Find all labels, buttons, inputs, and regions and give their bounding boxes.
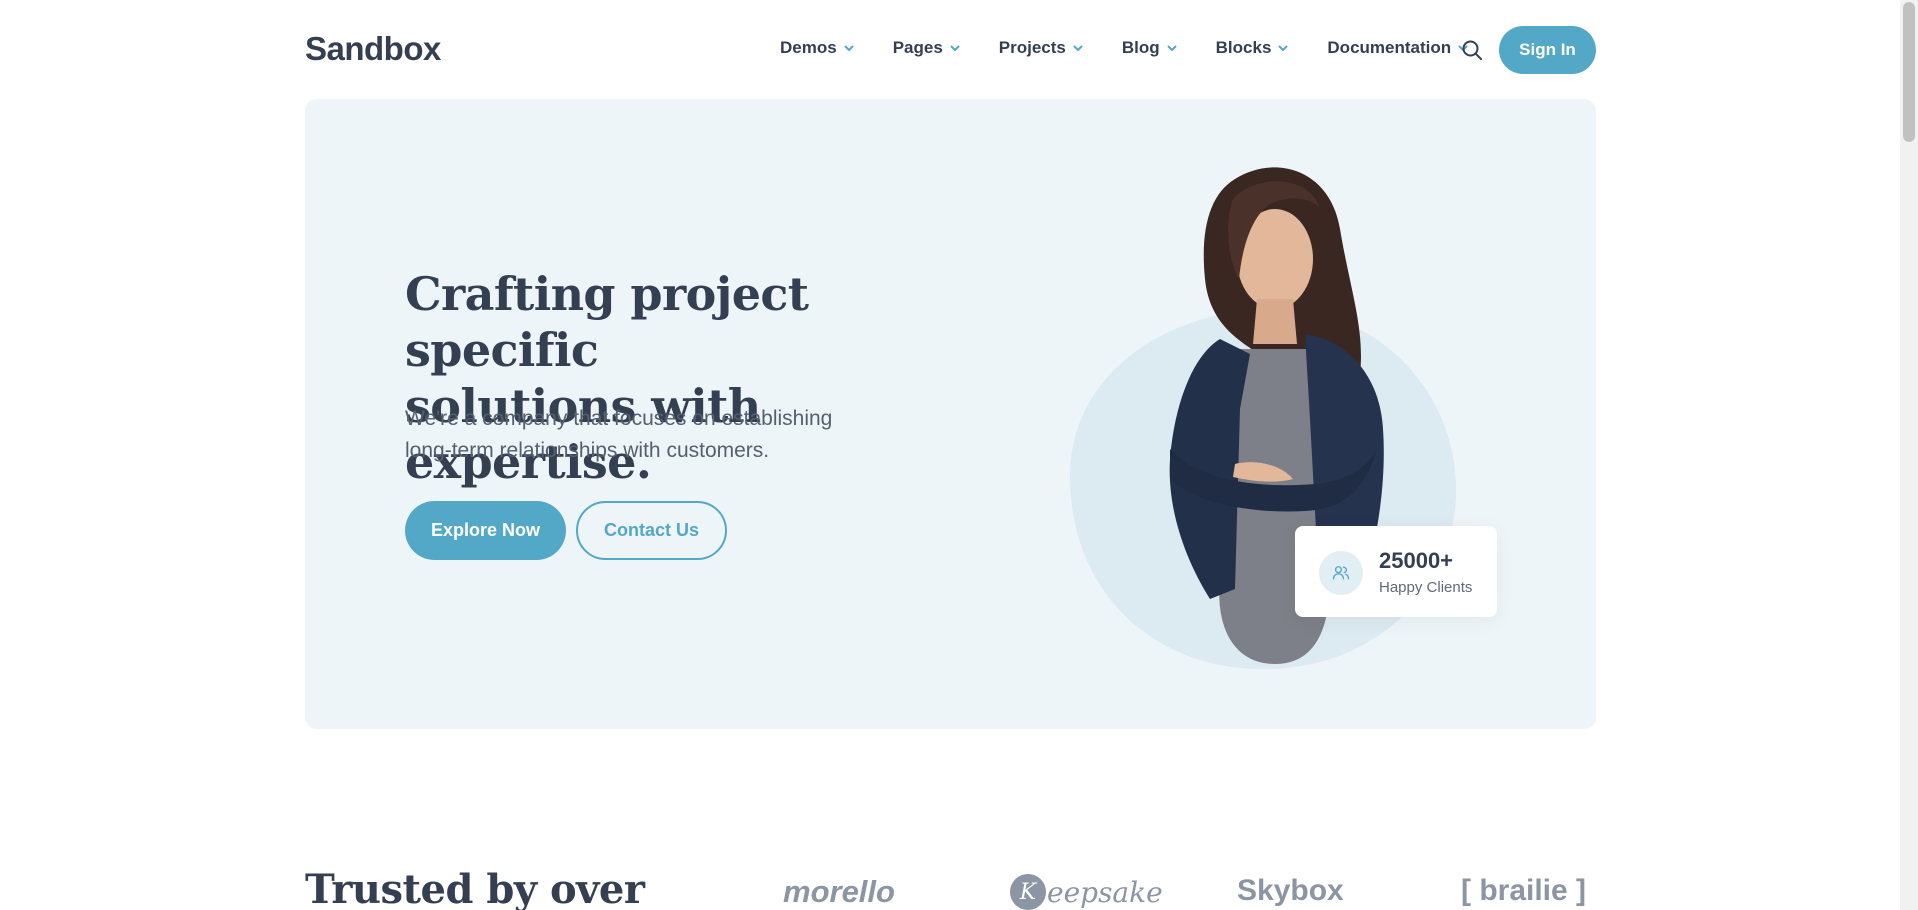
search-icon[interactable] <box>1460 38 1484 62</box>
brand-logo-initial: K <box>1010 874 1046 910</box>
brand-logo-morello: morello <box>783 874 895 909</box>
nav-item-demos[interactable]: Demos <box>780 38 855 58</box>
chevron-down-icon <box>1277 42 1289 54</box>
nav-item-pages[interactable]: Pages <box>893 38 961 58</box>
hero-subtitle-line: We're a company that focuses on establis… <box>405 407 833 430</box>
scrollbar-thumb[interactable] <box>1903 2 1915 142</box>
nav-item-blocks[interactable]: Blocks <box>1216 38 1290 58</box>
users-icon <box>1319 551 1363 595</box>
hero-subtitle: We're a company that focuses on establis… <box>405 403 885 467</box>
brand-logo-keepsake: K eepsake <box>1010 874 1163 910</box>
nav-item-projects[interactable]: Projects <box>999 38 1084 58</box>
nav-item-label: Documentation <box>1327 38 1452 57</box>
logo[interactable]: Sandbox <box>305 30 441 68</box>
contact-us-button[interactable]: Contact Us <box>576 501 727 560</box>
stat-label: Happy Clients <box>1379 579 1473 596</box>
nav-item-blog[interactable]: Blog <box>1122 38 1178 58</box>
page-scrollbar[interactable] <box>1900 0 1918 910</box>
nav-item-label: Pages <box>892 38 943 57</box>
brand-logo-skybox: Skybox <box>1237 874 1344 907</box>
hero-title-line: Crafting project specific <box>405 267 809 377</box>
brand-logo-brailie: [ brailie ] <box>1461 874 1587 907</box>
site-header: Sandbox Demos Pages Projects Blog Blocks… <box>0 0 1900 98</box>
sign-in-button[interactable]: Sign In <box>1499 26 1596 74</box>
trusted-title: Trusted by over <box>305 866 645 910</box>
explore-now-button[interactable]: Explore Now <box>405 501 566 560</box>
brand-logo-text: eepsake <box>1047 875 1163 909</box>
hero-subtitle-line: long-term relationships with customers. <box>405 439 770 462</box>
stat-card: 25000+ Happy Clients <box>1295 526 1497 617</box>
main-nav: Demos Pages Projects Blog Blocks Documen… <box>780 38 1507 58</box>
chevron-down-icon <box>1166 42 1178 54</box>
chevron-down-icon <box>843 42 855 54</box>
stat-value: 25000+ <box>1379 548 1454 573</box>
hero-section: Crafting project specific solutions with… <box>305 99 1596 729</box>
nav-item-label: Demos <box>780 38 837 57</box>
nav-item-label: Blocks <box>1215 38 1272 57</box>
chevron-down-icon <box>949 42 961 54</box>
chevron-down-icon <box>1072 42 1084 54</box>
nav-item-label: Blog <box>1121 38 1160 57</box>
nav-item-documentation[interactable]: Documentation <box>1327 38 1469 58</box>
nav-item-label: Projects <box>998 38 1066 57</box>
